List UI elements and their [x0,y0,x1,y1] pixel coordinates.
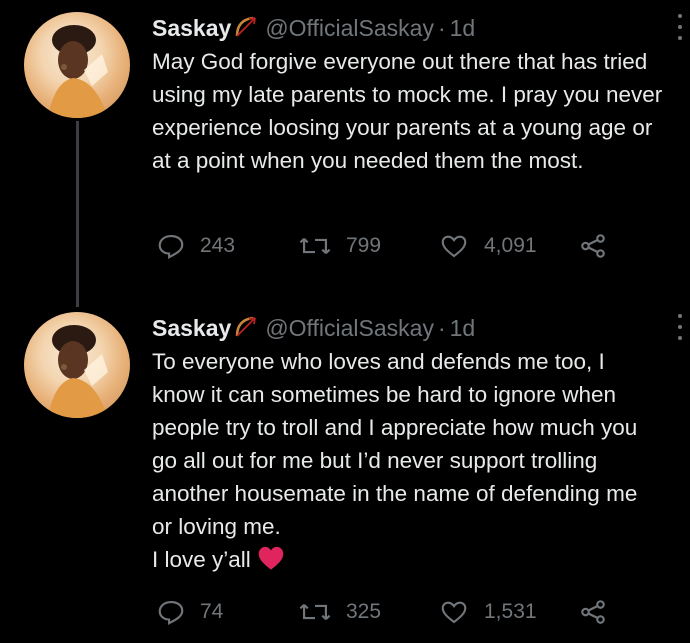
share-icon [581,600,605,624]
avatar[interactable] [24,12,130,118]
tweet-2[interactable]: Saskay @OfficialSaskay · 1d To everyone who… [0,300,690,643]
avatar[interactable] [24,312,130,418]
tweet-1[interactable]: Saskay @OfficialSaskay · 1d May God forgive… [0,0,690,300]
like-button[interactable]: 1,531 [438,595,537,629]
author-handle[interactable]: @OfficialSaskay [265,15,434,41]
tweet-actions: 74 325 1,531 [152,595,622,629]
like-icon [441,235,467,258]
reply-button[interactable]: 74 [156,595,223,629]
reply-icon [158,600,184,626]
text-line: go all out for me but I’d never support … [152,448,598,473]
separator-dot: · [437,15,446,41]
like-count: 4,091 [484,234,537,257]
tweet-text: May God forgive everyone out there that … [152,49,669,173]
tweet-actions: 243 799 4,091 [152,229,622,263]
bow-and-arrow-icon [233,314,259,346]
like-icon [441,601,467,624]
tweet-text: To everyone who loves and defends me too… [152,345,690,580]
separator-dot: · [437,315,446,341]
bow-and-arrow-icon [233,14,259,46]
retweet-button[interactable]: 325 [298,595,381,629]
author-handle[interactable]: @OfficialSaskay [265,315,434,341]
text-line: or loving me. [152,514,281,539]
retweet-icon [299,237,331,255]
timestamp[interactable]: 1d [450,315,476,341]
reply-count: 74 [200,600,224,623]
share-button[interactable] [578,595,622,629]
text-line: know it can sometimes be hard to ignore … [152,382,616,407]
reply-button[interactable]: 243 [156,229,235,263]
reply-count: 243 [200,234,236,257]
like-button[interactable]: 4,091 [438,229,537,263]
more-icon[interactable] [674,314,686,340]
retweet-count: 325 [346,600,382,623]
share-button[interactable] [578,229,622,263]
share-icon [581,234,605,258]
retweet-count: 799 [346,234,382,257]
like-count: 1,531 [484,600,537,623]
tweet-header: Saskay @OfficialSaskay · 1d [152,314,475,346]
retweet-icon [299,603,331,621]
retweet-button[interactable]: 799 [298,229,381,263]
author-name[interactable]: Saskay [152,315,231,341]
text-line: To everyone who loves and defends me too… [152,349,605,374]
reply-icon [158,234,184,260]
more-icon[interactable] [674,14,686,40]
text-line: people try to troll and I appreciate how… [152,415,638,440]
text-line: another housemate in the name of defendi… [152,481,638,506]
red-heart-emoji [257,545,285,580]
text-line-with-emoji: I love y’all [152,543,690,580]
author-name[interactable]: Saskay [152,15,231,41]
text-line: I love y’all [152,547,251,572]
timestamp[interactable]: 1d [450,15,476,41]
tweet-header: Saskay @OfficialSaskay · 1d [152,14,475,46]
